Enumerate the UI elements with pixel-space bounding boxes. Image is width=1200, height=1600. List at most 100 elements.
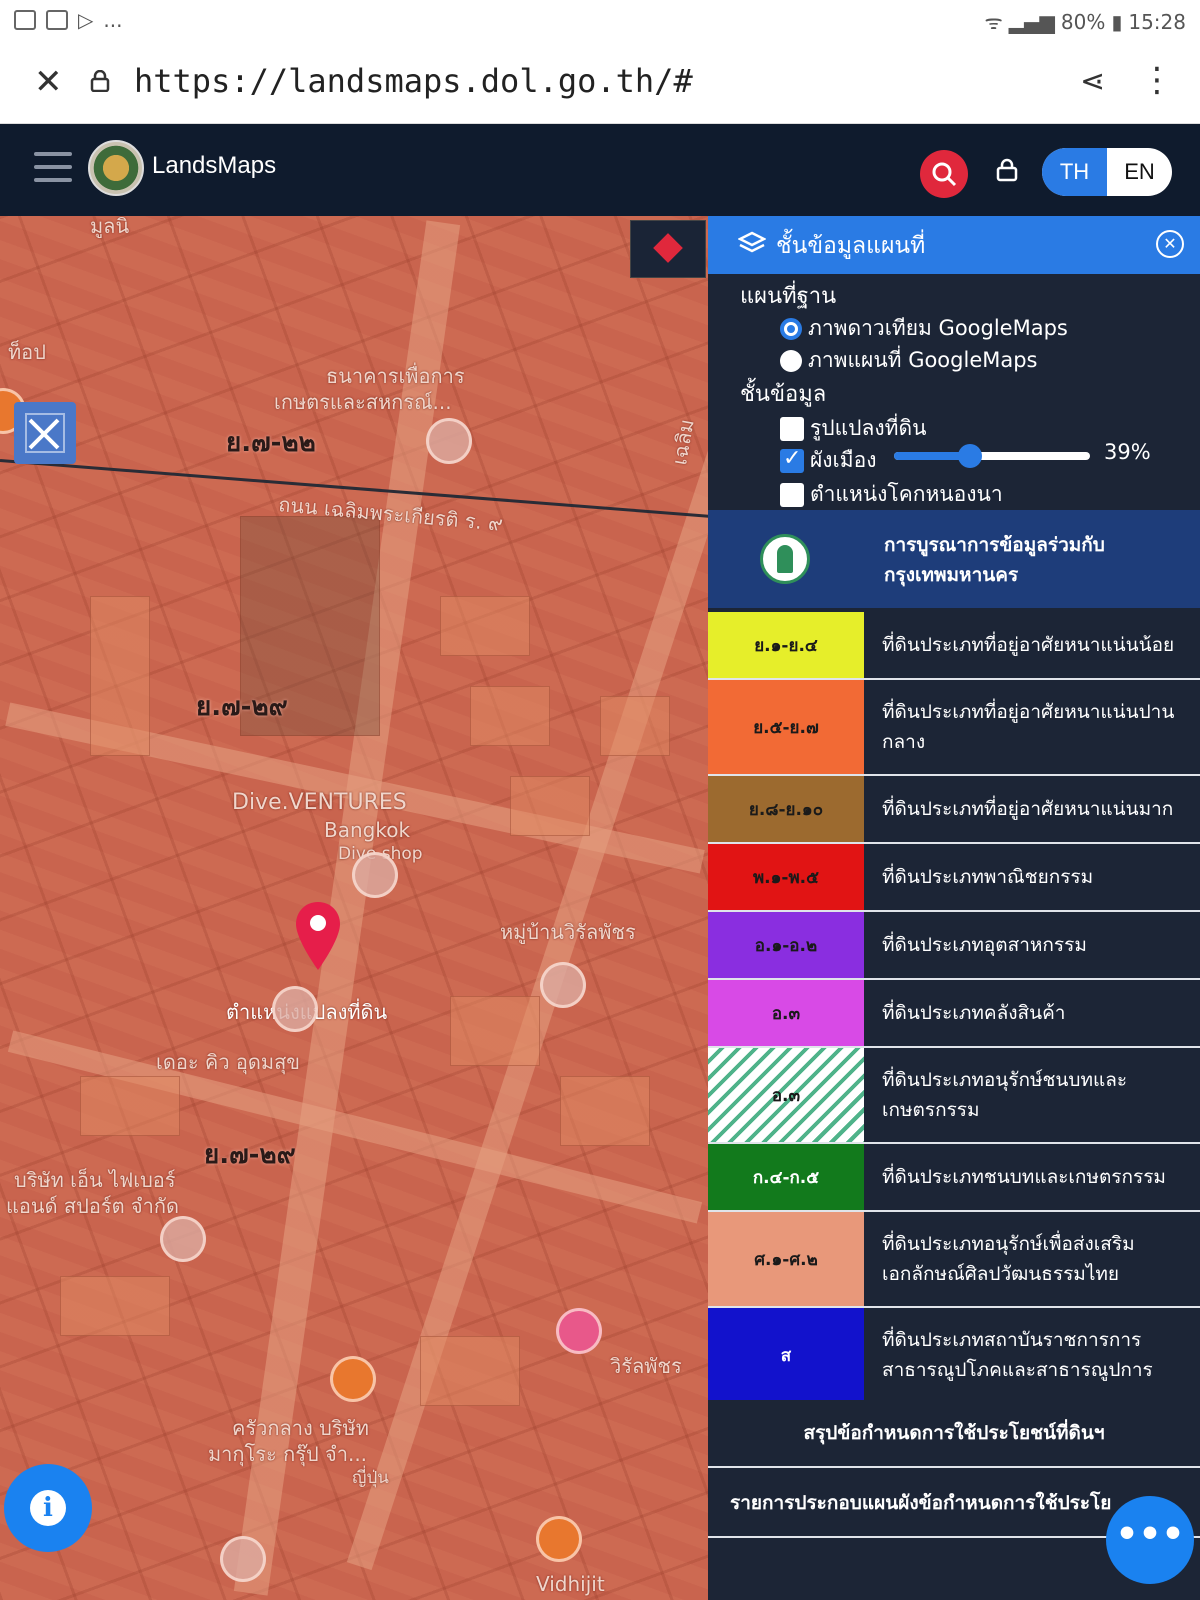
legend-swatch: ย.๑-ย.๔ [708, 612, 864, 678]
map-place-label: เดอะ คิว อุดมสุข [156, 1050, 300, 1074]
pencil-ruler-icon [25, 413, 65, 453]
summary-link[interactable]: สรุปข้อกำหนดการใช้ประโยชน์ที่ดินฯ [708, 1400, 1200, 1468]
legend-description: ที่ดินประเภทอุตสาหกรรม [864, 912, 1200, 978]
radio-satellite[interactable] [780, 317, 802, 340]
close-panel-icon[interactable]: ✕ [1156, 230, 1184, 258]
youtube-icon [46, 10, 68, 30]
zone-label: ย.๗-๒๙ [204, 1140, 296, 1170]
layer-parcel[interactable]: รูปแปลงที่ดิน [780, 412, 926, 445]
map-block [560, 1076, 650, 1146]
zoning-legend: ย.๑-ย.๔ ที่ดินประเภทที่อยู่อาศัยหนาแน่นน้… [708, 612, 1200, 1404]
legend-swatch: ก.๔-ก.๕ [708, 1144, 864, 1210]
panel-title: ชั้นข้อมูลแผนที่ [776, 233, 926, 259]
battery-icon: ▮ [1111, 9, 1123, 34]
layer-toggle-button[interactable] [630, 220, 706, 278]
info-button[interactable]: i [4, 1464, 92, 1552]
close-tab-icon[interactable]: ✕ [34, 62, 63, 102]
map-block [470, 686, 550, 746]
checkbox-cityplan[interactable] [780, 446, 804, 473]
layers-heading: ชั้นข้อมูล [740, 382, 827, 407]
checkbox-khoknongna[interactable] [780, 482, 804, 507]
legend-swatch: ย.๘-ย.๑๐ [708, 776, 864, 842]
legend-swatch: อ.๓ [708, 1048, 864, 1142]
map-place-label: มูลนิ [90, 216, 130, 238]
legend-description: ที่ดินประเภทที่อยู่อาศัยหนาแน่นมาก [864, 776, 1200, 842]
map-place-label: วิรัลพัชร [610, 1354, 682, 1378]
legend-swatch: อ.๑-อ.๒ [708, 912, 864, 978]
lang-th-button[interactable]: TH [1042, 148, 1107, 196]
search-icon [932, 162, 957, 187]
map-place-label: Vidhijit [536, 1572, 605, 1596]
bma-seal-logo [760, 534, 810, 584]
legend-row: อ.๑-อ.๒ ที่ดินประเภทอุตสาหกรรม [708, 912, 1200, 980]
lang-en-button[interactable]: EN [1107, 148, 1172, 196]
poi-place-icon[interactable] [540, 962, 586, 1008]
legend-description: ที่ดินประเภทพาณิชยกรรม [864, 844, 1200, 910]
legend-row: อ.๓ ที่ดินประเภทคลังสินค้า [708, 980, 1200, 1048]
url-text[interactable]: https://landsmaps.dol.go.th/# [134, 62, 693, 100]
poi-hotel-icon[interactable] [556, 1308, 602, 1354]
option-label: ภาพดาวเทียม GoogleMaps [808, 316, 1068, 340]
map-place-label: ท็อป [8, 340, 46, 364]
legend-description: ที่ดินประเภทอนุรักษ์ชนบทและเกษตรกรรม [864, 1048, 1200, 1142]
legend-description: ที่ดินประเภทที่อยู่อาศัยหนาแน่นปานกลาง [864, 680, 1200, 774]
menu-icon[interactable] [34, 152, 72, 182]
legend-description: ที่ดินประเภทอนุรักษ์เพื่อส่งเสริมเอกลักษ… [864, 1212, 1200, 1306]
poi-bank-icon[interactable] [426, 418, 472, 464]
slider-handle[interactable] [958, 444, 983, 468]
login-lock-icon[interactable] [996, 158, 1018, 182]
layer-label: รูปแปลงที่ดิน [810, 416, 927, 440]
layer-panel: ชั้นข้อมูลแผนที่ ✕ แผนที่ฐาน ภาพดาวเทียม… [708, 216, 1200, 1600]
legend-row: พ.๑-พ.๕ ที่ดินประเภทพาณิชยกรรม [708, 844, 1200, 912]
legend-row: อ.๓ ที่ดินประเภทอนุรักษ์ชนบทและเกษตรกรรม [708, 1048, 1200, 1144]
play-store-icon: ▷ [78, 8, 94, 32]
legend-swatch: ย.๕-ย.๗ [708, 680, 864, 774]
legend-swatch: ศ.๑-ศ.๒ [708, 1212, 864, 1306]
base-option-satellite[interactable]: ภาพดาวเทียม GoogleMaps [780, 312, 1068, 345]
bkk-integration-banner: การบูรณาการข้อมูลร่วมกับกรุงเทพมหานคร [708, 510, 1200, 608]
layer-label: ผังเมือง [810, 448, 877, 472]
map-place-label: เฉลิม [667, 417, 699, 467]
gallery-icon [14, 10, 36, 30]
layer-cityplan[interactable]: ผังเมือง [780, 444, 876, 477]
language-toggle[interactable]: TH EN [1042, 148, 1172, 196]
legend-swatch: ส [708, 1308, 864, 1402]
map-place-label: Dive.VENTURES [232, 790, 407, 815]
more-options-icon[interactable]: ⋮ [1140, 60, 1174, 100]
map-block [80, 1076, 180, 1136]
poi-restaurant-icon[interactable] [330, 1356, 376, 1402]
map-block [60, 1276, 170, 1336]
wifi-icon: ᯤ [984, 10, 1003, 34]
search-button[interactable] [920, 150, 968, 198]
poi-restaurant-icon[interactable] [536, 1516, 582, 1562]
legend-description: ที่ดินประเภทที่อยู่อาศัยหนาแน่นน้อย [864, 612, 1200, 678]
legend-row: ก.๔-ก.๕ ที่ดินประเภทชนบทและเกษตรกรรม [708, 1144, 1200, 1212]
location-pin-icon[interactable] [294, 900, 342, 972]
base-map-heading: แผนที่ฐาน [740, 284, 837, 309]
share-icon[interactable]: ⋖ [1080, 64, 1105, 99]
legend-row: ย.๘-ย.๑๐ ที่ดินประเภทที่อยู่อาศัยหนาแน่นม… [708, 776, 1200, 844]
poi-place-icon[interactable] [160, 1216, 206, 1262]
poi-place-icon[interactable] [272, 986, 318, 1032]
map-place-label: ญี่ปุ่น [352, 1468, 389, 1488]
map-canvas[interactable]: มูลนิ ท็อป ธนาคารเพื่อการ เกษตรและสหกรณ์… [0, 216, 710, 1600]
opacity-slider[interactable] [894, 444, 1090, 468]
legend-row: ศ.๑-ศ.๒ ที่ดินประเภทอนุรักษ์เพื่อส่งเสริม… [708, 1212, 1200, 1308]
poi-shop-icon[interactable] [352, 852, 398, 898]
map-block [510, 776, 590, 836]
legend-row: ย.๕-ย.๗ ที่ดินประเภทที่อยู่อาศัยหนาแน่นปา… [708, 680, 1200, 776]
info-icon: i [30, 1490, 66, 1526]
more-actions-button[interactable]: ••• [1106, 1496, 1194, 1584]
checkbox-parcel[interactable] [780, 416, 804, 441]
draw-tool-button[interactable] [14, 402, 76, 464]
legend-row: สที่ดินประเภทสถาบันราชการการสาธารณูปโภคแ… [708, 1308, 1200, 1404]
map-place-label: Bangkok [324, 818, 411, 842]
status-overflow: ... [103, 8, 123, 32]
layer-khoknongna[interactable]: ตำแหน่งโคกหนองนา [780, 478, 1003, 511]
map-block [90, 596, 150, 756]
app-header: LandsMaps TH EN [0, 124, 1200, 216]
poi-shop-icon[interactable] [220, 1536, 266, 1582]
base-option-map[interactable]: ภาพแผนที่ GoogleMaps [780, 344, 1038, 377]
panel-header: ชั้นข้อมูลแผนที่ ✕ [708, 216, 1200, 274]
radio-map[interactable] [780, 349, 802, 372]
